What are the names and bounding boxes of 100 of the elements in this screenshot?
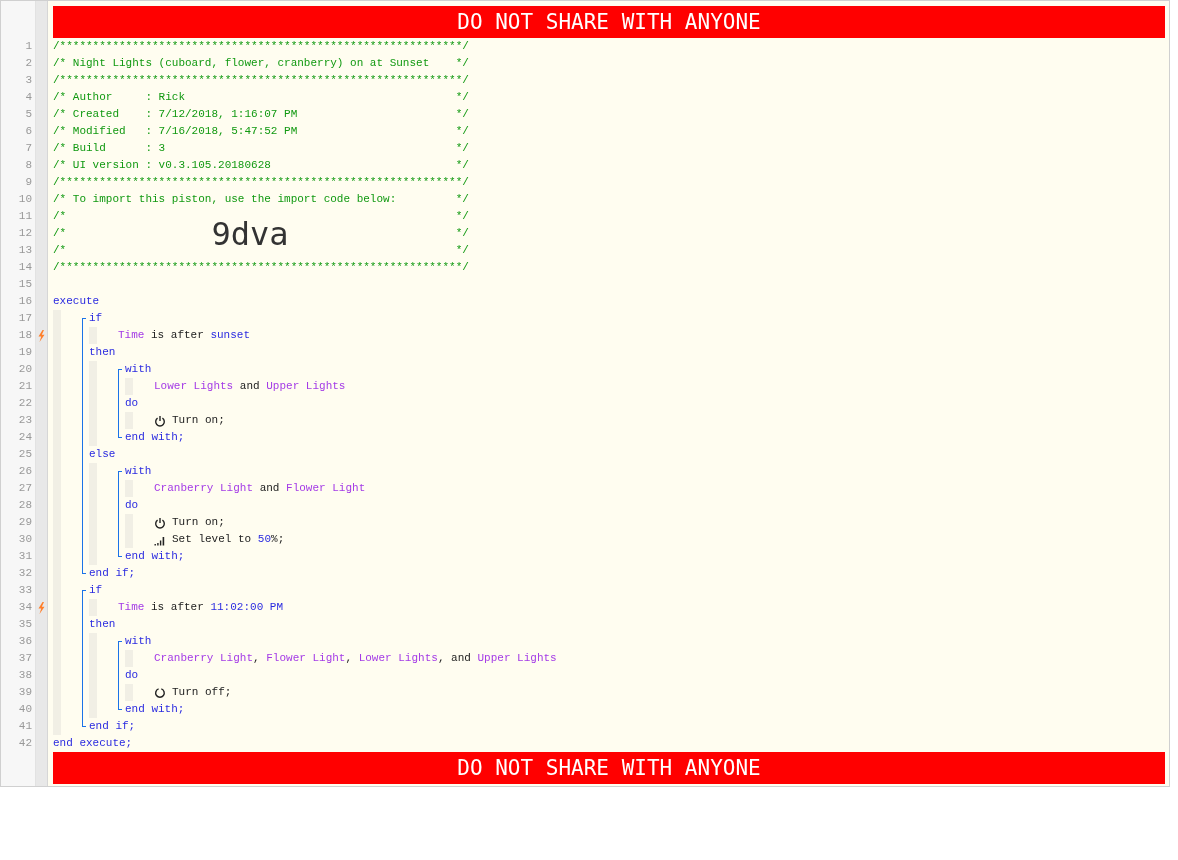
comment-text: */ — [455, 209, 469, 224]
line-number: 33 — [17, 583, 33, 598]
line-number: 37 — [17, 651, 33, 666]
device-name: Flower Light — [266, 651, 346, 666]
device-name: Flower Light — [286, 481, 366, 496]
line-number: 32 — [17, 566, 33, 581]
comment-text: /* — [53, 226, 68, 241]
keyword: then — [89, 345, 116, 360]
keyword: do — [125, 498, 139, 513]
comment-text: /* — [53, 209, 67, 224]
line-number: 40 — [17, 702, 33, 717]
line-number: 16 — [17, 294, 33, 309]
comment-text: /* UI version : v0.3.105.20180628 — [53, 158, 271, 173]
device-name: Time — [118, 328, 145, 343]
line-number: 36 — [17, 634, 33, 649]
comment-text: */ — [455, 56, 469, 71]
comment-text: /*************************************************************/ — [53, 73, 469, 88]
keyword: with — [125, 362, 152, 377]
keyword: end with; — [125, 549, 185, 564]
device-name: Upper Lights — [266, 379, 346, 394]
line-number: 5 — [24, 107, 33, 122]
line-number: 34 — [17, 600, 33, 615]
value-text: 11:02:00 PM — [210, 600, 284, 615]
line-number: 28 — [17, 498, 33, 513]
line-number: 27 — [17, 481, 33, 496]
line-number: 2 — [24, 56, 33, 71]
line-number: 12 — [17, 226, 33, 241]
code-text: , — [345, 651, 354, 666]
keyword: do — [125, 668, 139, 683]
code-text: and — [238, 379, 261, 394]
line-number: 11 — [17, 209, 33, 224]
line-number: 29 — [17, 515, 33, 530]
value-text: sunset — [210, 328, 251, 343]
line-number: 15 — [17, 277, 33, 292]
line-number: 19 — [17, 345, 33, 360]
line-number: 31 — [17, 549, 33, 564]
keyword: end with; — [125, 702, 185, 717]
code-text: Turn on; — [172, 413, 225, 428]
line-number: 1 — [24, 39, 33, 54]
comment-text: /* Author : Rick — [53, 90, 186, 105]
device-name: Lower Lights — [154, 379, 234, 394]
line-number: 10 — [17, 192, 33, 207]
code-text: Turn on; — [172, 515, 225, 530]
line-number: 18 — [17, 328, 33, 343]
line-number: 4 — [24, 90, 33, 105]
comment-text: */ — [455, 226, 469, 241]
comment-text: /*************************************************************/ — [53, 175, 469, 190]
code-text: , and — [437, 651, 472, 666]
code-text: and — [258, 481, 281, 496]
code-text: Turn off; — [172, 685, 232, 700]
keyword: then — [89, 617, 116, 632]
comment-text: /* Night Lights (cuboard, flower, cranberry) on at Sunset — [53, 56, 430, 71]
line-number: 39 — [17, 685, 33, 700]
device-name: Cranberry Light — [154, 651, 254, 666]
keyword: else — [89, 447, 116, 462]
line-number: 35 — [17, 617, 33, 632]
comment-text: */ — [455, 90, 469, 105]
keyword: end if; — [89, 719, 136, 734]
keyword: execute — [53, 294, 100, 309]
device-name: Cranberry Light — [154, 481, 254, 496]
power-icon — [154, 414, 166, 427]
line-number: 42 — [17, 736, 33, 751]
device-name: Upper Lights — [477, 651, 557, 666]
keyword: end if; — [89, 566, 136, 581]
line-number: 20 — [17, 362, 33, 377]
comment-text: */ — [455, 243, 469, 258]
line-number: 41 — [17, 719, 33, 734]
line-number: 7 — [24, 141, 33, 156]
power-icon — [154, 516, 166, 529]
keyword: end execute; — [53, 736, 133, 751]
code-text: %; — [271, 532, 285, 547]
code-text: is after — [150, 328, 205, 343]
comment-text: */ — [455, 192, 469, 207]
line-number: 26 — [17, 464, 33, 479]
comment-text: /*************************************************************/ — [53, 39, 469, 54]
line-number: 9 — [24, 175, 33, 190]
line-number: 30 — [17, 532, 33, 547]
block-bracket — [118, 641, 122, 710]
comment-text: /* Created : 7/12/2018, 1:16:07 PM — [53, 107, 298, 122]
line-number: 6 — [24, 124, 33, 139]
keyword: do — [125, 396, 139, 411]
keyword: end with; — [125, 430, 185, 445]
comment-text: /* Build : 3 — [53, 141, 166, 156]
code-text: Set level to — [172, 532, 253, 547]
comment-text: /* — [53, 243, 67, 258]
comment-text: /* Modified : 7/16/2018, 5:47:52 PM — [53, 124, 298, 139]
comment-text: */ — [455, 141, 469, 156]
line-number: 3 — [24, 73, 33, 88]
import-code: 9dva — [211, 215, 289, 252]
warning-banner: DO NOT SHARE WITH ANYONE — [53, 6, 1165, 38]
comment-text: */ — [455, 158, 469, 173]
value-text: 50 — [257, 532, 272, 547]
code-text: , — [253, 651, 261, 666]
keyword: with — [125, 634, 152, 649]
comment-text: */ — [455, 107, 469, 122]
line-number: 21 — [17, 379, 33, 394]
keyword: with — [125, 464, 152, 479]
keyword: if — [89, 583, 103, 598]
code-text: is after — [150, 600, 205, 615]
keyword: if — [89, 311, 103, 326]
